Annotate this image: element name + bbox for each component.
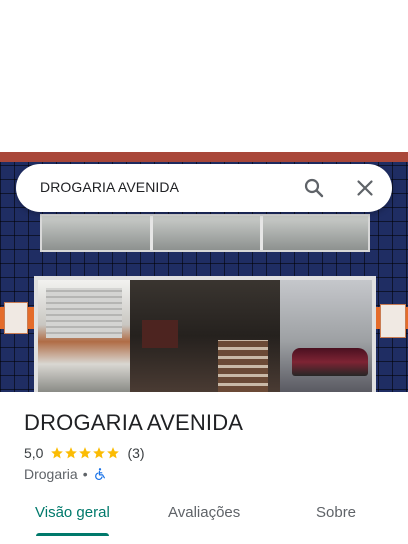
place-title: DROGARIA AVENIDA bbox=[24, 410, 244, 435]
close-icon[interactable] bbox=[353, 176, 377, 200]
tab-about[interactable]: Sobre bbox=[316, 504, 356, 521]
active-tab-indicator bbox=[36, 533, 109, 536]
tab-overview[interactable]: Visão geral bbox=[35, 504, 110, 521]
search-query[interactable]: DROGARIA AVENIDA bbox=[40, 179, 179, 195]
search-icon[interactable] bbox=[302, 176, 326, 200]
storefront-interior bbox=[130, 280, 280, 392]
category-row: Drogaria • bbox=[24, 465, 107, 483]
rating-value: 5,0 bbox=[24, 445, 44, 461]
rating-row[interactable]: 5,0 (3) bbox=[24, 444, 145, 462]
star-icon bbox=[65, 447, 78, 459]
wheelchair-icon bbox=[94, 468, 105, 480]
review-count[interactable]: (3) bbox=[127, 445, 144, 461]
category-label: Drogaria bbox=[24, 466, 78, 482]
tab-reviews[interactable]: Avaliações bbox=[168, 504, 240, 521]
star-rating bbox=[50, 446, 120, 460]
storefront-left-glass bbox=[38, 280, 130, 392]
poster-right bbox=[380, 304, 406, 338]
star-icon bbox=[51, 447, 64, 459]
star-icon bbox=[107, 447, 120, 459]
search-bar[interactable]: DROGARIA AVENIDA bbox=[16, 164, 392, 212]
upper-window bbox=[40, 214, 370, 252]
separator-dot: • bbox=[82, 466, 88, 482]
poster-left bbox=[4, 302, 28, 334]
car-reflection bbox=[292, 348, 368, 376]
star-icon bbox=[93, 447, 106, 459]
star-icon bbox=[79, 447, 92, 459]
roof-edge bbox=[0, 152, 408, 162]
place-tabs: Visão geral Avaliações Sobre bbox=[0, 492, 408, 544]
